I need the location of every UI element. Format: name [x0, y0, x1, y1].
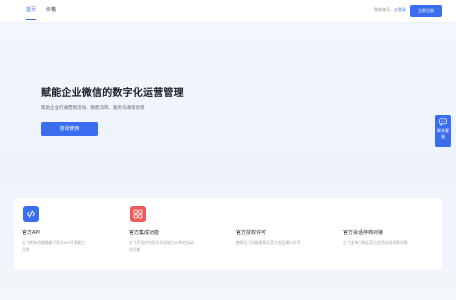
feature-item: 官方API 企飞所有功能都基于官方API开发能力开发 [22, 198, 122, 270]
hero-subtitle: 帮助企业打通营销活动、销售流转、服务沟通等场景 [41, 106, 145, 111]
feature-item: 官方集成功能 企飞不含任何官方开发能力以外的自动化功能 [129, 198, 229, 270]
apps-grid-icon [130, 206, 146, 222]
feature-description: 企飞不含任何官方开发能力以外的自动化功能 [129, 240, 194, 252]
chat-bubble-icon [439, 118, 447, 126]
contact-support-button[interactable]: 联系客服 [435, 115, 451, 147]
hero-title: 赋能企业微信的数字化运营管理 [41, 88, 184, 99]
feature-item: 官方授权许可 使用企飞功能需购买官方会话接口许可 [236, 198, 336, 270]
feature-title: 官方集成功能 [129, 230, 160, 236]
features-card: 官方API 企飞所有功能都基于官方API开发能力开发 官方集成功能 企飞不含任何… [14, 198, 442, 270]
login-accent[interactable]: 登录 [398, 7, 406, 12]
feature-description: 企飞支持已购买官方会话存档消息对接 [343, 240, 408, 245]
feature-description: 使用企飞功能需购买官方会话接口许可 [236, 240, 301, 245]
feature-item: 官方会话存档对接 企飞支持已购买官方会话存档消息对接 [343, 198, 443, 270]
nav-pricing-link[interactable]: 价格 [46, 6, 56, 14]
page: 首页 价格 我有账号，去登录 立即注册 赋能企业微信的数字化运营管理 帮助企业打… [0, 0, 456, 300]
login-prefix: 我有账号，去 [374, 7, 398, 12]
code-icon [23, 206, 39, 222]
feature-description: 企飞所有功能都基于官方API开发能力开发 [22, 240, 85, 252]
feature-title: 官方授权许可 [236, 230, 267, 236]
contact-support-label: 联系客服 [437, 128, 449, 139]
feature-title: 官方API [22, 230, 40, 236]
consult-button[interactable]: 咨询使用 [41, 122, 98, 136]
register-button[interactable]: 立即注册 [410, 5, 442, 17]
login-link[interactable]: 我有账号，去登录 [374, 7, 406, 13]
nav-home-link[interactable]: 首页 [26, 6, 37, 20]
feature-title: 官方会话存档对接 [343, 230, 384, 236]
top-navbar: 首页 价格 我有账号，去登录 立即注册 [0, 0, 456, 22]
